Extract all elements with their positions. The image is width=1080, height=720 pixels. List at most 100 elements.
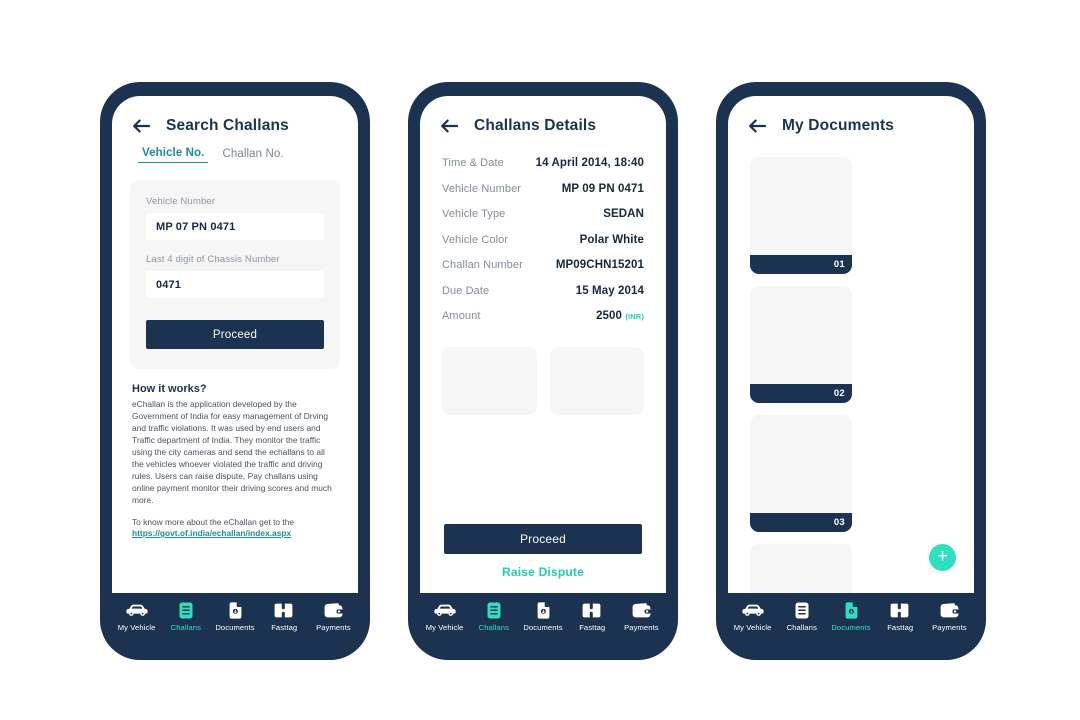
how-it-works-footer: To know more about the eChallan get to t… <box>132 517 295 528</box>
vehicle-number-input[interactable]: MP 07 PN 0471 <box>146 213 324 240</box>
app-bar: Search Challans <box>112 96 358 135</box>
documents-grid: 01 02 03 04 05 <box>728 135 974 593</box>
chassis-number-input[interactable]: 0471 <box>146 271 324 298</box>
car-icon <box>125 602 148 619</box>
nav-label-fasttag: Fasttag <box>271 623 298 632</box>
app-bar: Challans Details <box>420 96 666 135</box>
how-it-works-title: How it works? <box>132 383 207 395</box>
search-mode-tabs: Vehicle No. Challan No. <box>112 135 358 163</box>
app-bar: My Documents <box>728 96 974 135</box>
echallan-external-link[interactable]: https://govt.of.india/echallan/index.asp… <box>132 528 338 538</box>
nav-item-documents[interactable]: Documents <box>210 602 259 632</box>
field-spacer <box>146 240 324 254</box>
bottom-navigation-2: My Vehicle Challans Documents Fasttag Pa… <box>420 593 666 660</box>
photo-placeholder-1[interactable] <box>442 346 537 415</box>
photo-placeholder-2[interactable] <box>549 346 644 415</box>
nav-label-my-vehicle: My Vehicle <box>733 623 772 632</box>
back-arrow-icon[interactable] <box>748 117 766 135</box>
page-title: Search Challans <box>166 117 289 134</box>
details-actions: Proceed Raise Dispute <box>420 524 666 579</box>
nav-label-payments: Payments <box>316 623 351 632</box>
detail-value: 15 May 2014 <box>575 284 644 297</box>
challan-details-list: Time & Date 14 April 2014, 18:40 Vehicle… <box>420 135 666 322</box>
detail-key: Challan Number <box>442 259 523 271</box>
phone-mockup-my-documents: My Documents 01 02 03 04 05 <box>716 82 986 660</box>
add-document-fab[interactable]: + <box>929 544 956 571</box>
document-number: 02 <box>750 384 852 403</box>
tab-vehicle-no[interactable]: Vehicle No. <box>138 147 209 163</box>
list-document-icon <box>179 602 193 619</box>
nav-item-fasttag[interactable]: Fasttag <box>260 602 309 632</box>
tab-challan-no[interactable]: Challan No. <box>222 148 283 163</box>
detail-key: Due Date <box>442 284 490 297</box>
back-arrow-icon[interactable] <box>440 117 458 135</box>
nav-item-payments[interactable]: Payments <box>925 602 974 632</box>
file-document-icon <box>229 602 242 619</box>
nav-item-my-vehicle[interactable]: My Vehicle <box>420 602 469 632</box>
nav-item-my-vehicle[interactable]: My Vehicle <box>728 602 777 632</box>
fasttag-icon <box>582 602 602 619</box>
evidence-photo-placeholders <box>420 336 666 415</box>
detail-value: MP 09 PN 0471 <box>561 182 644 195</box>
nav-item-challans[interactable]: Challans <box>161 602 210 632</box>
proceed-button[interactable]: Proceed <box>444 524 642 554</box>
amount-currency: (INR) <box>625 312 644 321</box>
nav-label-documents: Documents <box>523 623 563 632</box>
detail-row-amount: Amount 2500 (INR) <box>442 310 644 322</box>
nav-label-documents: Documents <box>215 623 255 632</box>
vehicle-number-label: Vehicle Number <box>146 196 216 207</box>
wallet-icon <box>940 602 959 619</box>
detail-row: Due Date 15 May 2014 <box>442 285 644 297</box>
screen-my-documents: My Documents 01 02 03 04 05 <box>728 96 974 593</box>
fasttag-icon <box>274 602 294 619</box>
raise-dispute-link[interactable]: Raise Dispute <box>444 565 642 579</box>
amount-value: 2500 <box>596 310 623 322</box>
document-card[interactable]: 03 <box>750 415 852 532</box>
nav-item-documents[interactable]: Documents <box>826 602 875 632</box>
car-icon <box>741 602 764 619</box>
detail-value: MP09CHN15201 <box>555 259 644 271</box>
how-it-works-section: How it works? eChallan is the applicatio… <box>112 369 358 538</box>
nav-item-payments[interactable]: Payments <box>617 602 666 632</box>
nav-label-my-vehicle: My Vehicle <box>425 623 464 632</box>
nav-item-payments[interactable]: Payments <box>309 602 358 632</box>
detail-key: Vehicle Number <box>442 182 522 195</box>
nav-label-my-vehicle: My Vehicle <box>117 623 156 632</box>
file-document-icon <box>845 602 858 619</box>
detail-key: Vehicle Type <box>442 208 506 220</box>
phone-mockup-search-challans: Search Challans Vehicle No. Challan No. … <box>100 82 370 660</box>
nav-label-fasttag: Fasttag <box>579 623 606 632</box>
screen-challans-details: Challans Details Time & Date 14 April 20… <box>420 96 666 593</box>
detail-key: Amount <box>442 310 481 322</box>
how-it-works-body: eChallan is the application developed by… <box>132 399 332 506</box>
nav-item-challans[interactable]: Challans <box>469 602 518 632</box>
nav-label-payments: Payments <box>932 623 967 632</box>
bottom-navigation-3: My Vehicle Challans Documents Fasttag Pa… <box>728 593 974 660</box>
nav-label-challans: Challans <box>786 623 817 632</box>
nav-item-challans[interactable]: Challans <box>777 602 826 632</box>
document-card[interactable]: 04 <box>750 544 852 593</box>
nav-item-fasttag[interactable]: Fasttag <box>568 602 617 632</box>
nav-item-my-vehicle[interactable]: My Vehicle <box>112 602 161 632</box>
detail-key: Time & Date <box>442 157 504 169</box>
detail-row: Time & Date 14 April 2014, 18:40 <box>442 157 644 169</box>
nav-item-fasttag[interactable]: Fasttag <box>876 602 925 632</box>
document-card[interactable]: 02 <box>750 286 852 403</box>
detail-row: Vehicle Color Polar White <box>442 234 644 246</box>
phone-mockup-challans-details: Challans Details Time & Date 14 April 20… <box>408 82 678 660</box>
nav-label-documents: Documents <box>831 623 871 632</box>
fasttag-icon <box>890 602 910 619</box>
file-document-icon <box>537 602 550 619</box>
detail-value: Polar White <box>579 233 644 246</box>
detail-value: 14 April 2014, 18:40 <box>535 157 644 169</box>
detail-key: Vehicle Color <box>442 233 509 246</box>
chassis-number-label: Last 4 digit of Chassis Number <box>146 254 280 265</box>
page-title: My Documents <box>782 117 895 134</box>
search-form-card: Vehicle Number MP 07 PN 0471 Last 4 digi… <box>130 180 340 369</box>
car-icon <box>433 602 456 619</box>
detail-row: Vehicle Number MP 09 PN 0471 <box>442 183 644 195</box>
nav-item-documents[interactable]: Documents <box>518 602 567 632</box>
document-card[interactable]: 01 <box>750 157 852 274</box>
proceed-button[interactable]: Proceed <box>146 320 324 349</box>
back-arrow-icon[interactable] <box>132 117 150 135</box>
